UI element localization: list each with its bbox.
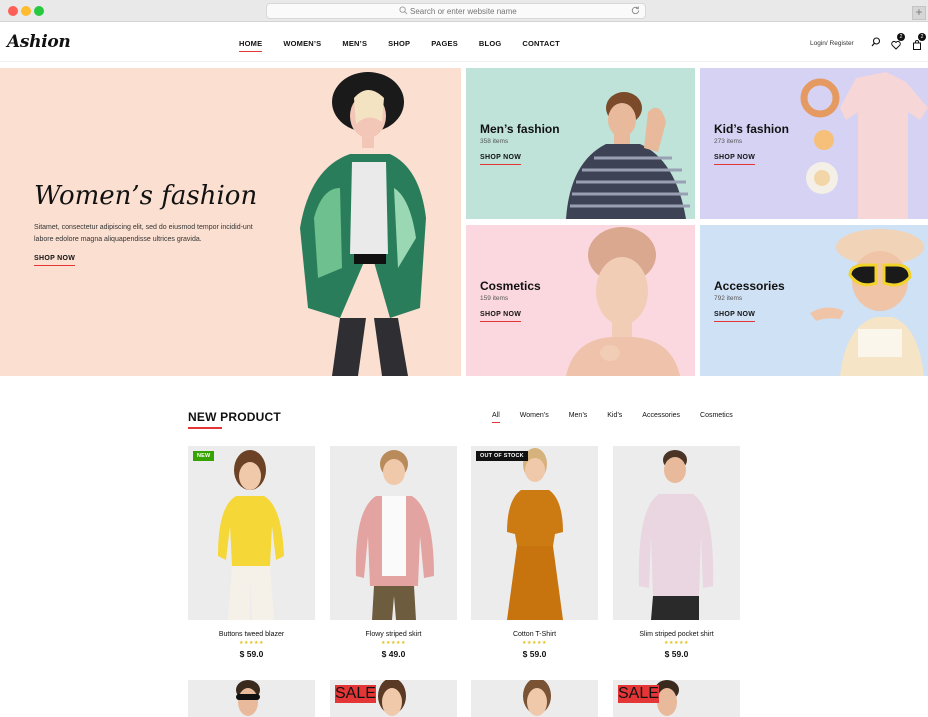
filter-accessories[interactable]: Accessories — [642, 412, 680, 419]
filter-cosmetics[interactable]: Cosmetics — [700, 412, 733, 419]
nav-pages[interactable]: PAGES — [431, 39, 458, 48]
category-mens-fashion[interactable]: Men’s fashion 358 items SHOP NOW — [466, 68, 695, 219]
product-name[interactable]: Cotton T-Shirt — [471, 631, 598, 638]
product-filter-tabs: All Women’s Men’s Kid’s Accessories Cosm… — [492, 412, 753, 423]
product-photo-striped-shirt — [638, 450, 714, 620]
product-photo-yellow-blazer — [218, 450, 284, 620]
address-bar[interactable] — [266, 3, 646, 19]
product-card[interactable]: SALE — [330, 680, 457, 717]
product-tag-sale: SALE — [335, 685, 376, 703]
search-icon[interactable] — [871, 37, 881, 47]
heart-icon — [891, 40, 901, 50]
product-tag-sale: SALE — [618, 685, 659, 703]
filter-womens[interactable]: Women’s — [520, 412, 549, 419]
product-price: $ 59.0 — [522, 649, 547, 659]
filter-mens[interactable]: Men’s — [569, 412, 588, 419]
product-price: $ 49.0 — [381, 649, 406, 659]
category-shop-now-link[interactable]: SHOP NOW — [480, 311, 522, 322]
product-price: $ 59.0 — [239, 649, 264, 659]
category-title: Kid’s fashion — [714, 122, 789, 136]
category-cosmetics[interactable]: Cosmetics 159 items SHOP NOW — [466, 225, 695, 376]
product-photo-pink-shirt — [355, 450, 434, 620]
model-man-image — [566, 92, 690, 219]
hero-shop-now-link[interactable]: SHOP NOW — [34, 255, 76, 266]
category-shop-now-link[interactable]: SHOP NOW — [714, 311, 756, 322]
category-count: 358 items — [480, 138, 509, 145]
category-shop-now-link[interactable]: SHOP NOW — [480, 154, 522, 165]
site-header: Ashion HOME WOMEN’S MEN’S SHOP PAGES BLO… — [0, 22, 928, 62]
nav-shop[interactable]: SHOP — [388, 39, 410, 48]
wishlist-count-badge: 2 — [897, 33, 905, 41]
nav-mens[interactable]: MEN’S — [342, 39, 367, 48]
product-tag-new: NEW — [193, 451, 215, 461]
product-card[interactable]: OUT OF STOCK Cotton T-Shirt ★★★★★ $ 59.0 — [471, 446, 598, 659]
product-tag-out-of-stock: OUT OF STOCK — [476, 451, 528, 461]
new-product-heading: NEW PRODUCT — [188, 410, 281, 429]
nav-blog[interactable]: BLOG — [479, 39, 501, 48]
star-rating: ★★★★★ — [239, 640, 264, 646]
star-rating: ★★★★★ — [522, 640, 547, 646]
cart-count-badge: 2 — [918, 33, 926, 41]
minimize-window-button[interactable] — [21, 6, 31, 16]
product-card[interactable] — [188, 680, 315, 717]
maximize-window-button[interactable] — [34, 6, 44, 16]
kids-products-image — [800, 72, 928, 219]
main-nav: HOME WOMEN’S MEN’S SHOP PAGES BLOG CONTA… — [239, 39, 581, 52]
product-photo-man-sunglasses — [236, 680, 260, 716]
hero-womens-banner: Women’s fashion Sitamet, consectetur adi… — [0, 68, 461, 376]
category-count: 273 items — [714, 138, 743, 145]
product-card[interactable]: Flowy striped skirt ★★★★★ $ 49.0 — [330, 446, 457, 659]
product-name[interactable]: Flowy striped skirt — [330, 631, 457, 638]
product-card[interactable] — [471, 680, 598, 717]
search-icon — [399, 6, 408, 15]
filter-kids[interactable]: Kid’s — [607, 412, 622, 419]
product-card[interactable]: NEW Buttons tweed blazer ★★★★★ $ 59.0 — [188, 446, 315, 659]
star-rating: ★★★★★ — [381, 640, 406, 646]
model-woman-image — [300, 72, 426, 376]
category-shop-now-link[interactable]: SHOP NOW — [714, 154, 756, 165]
category-accessories[interactable]: Accessories 792 items SHOP NOW — [700, 225, 928, 376]
hero-description: Sitamet, consectetur adipiscing elit, se… — [34, 224, 253, 243]
category-title: Accessories — [714, 279, 785, 293]
star-rating: ★★★★★ — [664, 640, 689, 646]
model-towel-image — [566, 227, 680, 376]
address-input[interactable] — [410, 5, 610, 17]
hero-title: Women’s fashion — [34, 181, 258, 211]
product-image[interactable]: OUT OF STOCK — [471, 446, 598, 620]
category-count: 159 items — [480, 295, 509, 302]
browser-toolbar: + — [0, 0, 928, 22]
product-image[interactable] — [613, 446, 740, 620]
reload-icon[interactable] — [630, 5, 641, 16]
product-photo-orange-dress — [507, 448, 563, 620]
site-logo[interactable]: Ashion — [7, 32, 71, 52]
product-price: $ 59.0 — [664, 649, 689, 659]
product-photo-woman — [523, 680, 551, 716]
category-kids-fashion[interactable]: Kid’s fashion 273 items SHOP NOW — [700, 68, 928, 219]
model-sunglasses-image — [810, 229, 924, 376]
shopping-bag-icon — [913, 40, 921, 50]
new-tab-button[interactable]: + — [912, 6, 926, 20]
nav-home[interactable]: HOME — [239, 39, 263, 52]
category-title: Men’s fashion — [480, 122, 560, 136]
wishlist-button[interactable]: 2 — [891, 33, 905, 50]
login-register-link[interactable]: Login/ Register — [810, 40, 854, 47]
product-name[interactable]: Buttons tweed blazer — [188, 631, 315, 638]
nav-womens[interactable]: WOMEN’S — [283, 39, 321, 48]
nav-contact[interactable]: CONTACT — [522, 39, 560, 48]
category-count: 792 items — [714, 295, 743, 302]
filter-all[interactable]: All — [492, 412, 500, 423]
product-image[interactable] — [330, 446, 457, 620]
close-window-button[interactable] — [8, 6, 18, 16]
product-card[interactable]: Slim striped pocket shirt ★★★★★ $ 59.0 — [613, 446, 740, 659]
cart-button[interactable]: 2 — [912, 33, 926, 50]
category-title: Cosmetics — [480, 279, 541, 293]
product-card[interactable]: SALE — [613, 680, 740, 717]
product-image[interactable]: NEW — [188, 446, 315, 620]
product-name[interactable]: Slim striped pocket shirt — [613, 631, 740, 638]
